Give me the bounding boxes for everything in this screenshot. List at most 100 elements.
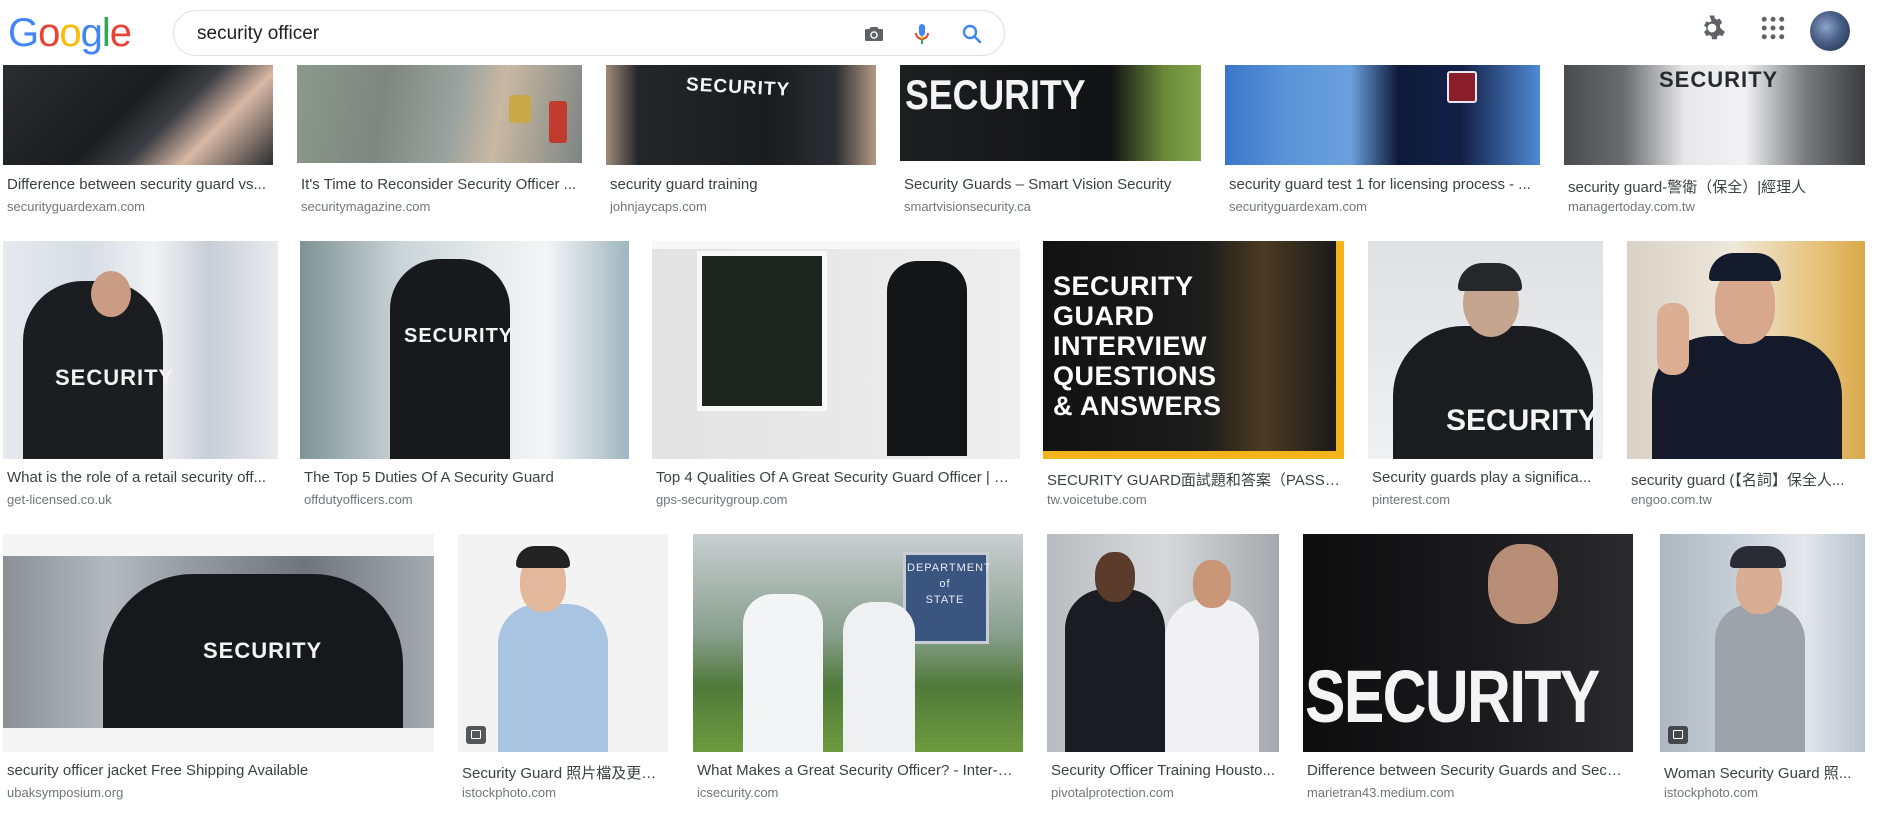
result-tile[interactable]: It's Time to Reconsider Security Officer… <box>297 65 582 215</box>
result-tile[interactable]: SECURITY What is the role of a retail se… <box>3 241 278 511</box>
result-caption[interactable]: It's Time to Reconsider Security Officer… <box>301 176 578 193</box>
result-source[interactable]: marietran43.medium.com <box>1307 785 1629 800</box>
result-source[interactable]: tw.voicetube.com <box>1047 492 1340 507</box>
result-tile[interactable]: SECURITY Security Guards – Smart Vision … <box>900 65 1201 215</box>
image-text: SECURITY <box>685 74 791 101</box>
result-tile[interactable]: SECURITY The Top 5 Duties Of A Security … <box>300 241 629 511</box>
result-thumbnail[interactable] <box>3 65 273 165</box>
apps-grid-icon[interactable] <box>1758 13 1788 43</box>
result-thumbnail[interactable] <box>297 65 582 163</box>
sign-line: DEPARTMENT <box>907 562 992 574</box>
result-caption[interactable]: Woman Security Guard 照... <box>1664 762 1861 783</box>
logo-letter: G <box>8 11 39 55</box>
gear-icon[interactable] <box>1697 13 1727 43</box>
result-thumbnail[interactable] <box>458 534 668 752</box>
result-caption[interactable]: security guard training <box>610 176 872 193</box>
header-bar: Google security officer <box>0 0 1884 65</box>
result-source[interactable]: ubaksymposium.org <box>7 785 430 800</box>
result-thumbnail[interactable]: SECURITY <box>1303 534 1633 752</box>
search-box[interactable]: security officer <box>173 10 1005 56</box>
result-tile[interactable]: Security Guard 照片檔及更多... istockphoto.com <box>458 534 668 804</box>
overlay-line: SECURITY <box>1053 271 1194 301</box>
result-source[interactable]: istockphoto.com <box>1664 785 1861 800</box>
avatar[interactable] <box>1810 11 1850 51</box>
result-tile[interactable]: SECURITY security guard training johnjay… <box>606 65 876 215</box>
result-caption[interactable]: security officer jacket Free Shipping Av… <box>7 762 430 779</box>
result-thumbnail[interactable]: SECURITY <box>900 65 1201 161</box>
result-thumbnail[interactable] <box>1627 241 1865 459</box>
result-caption[interactable]: Security Guards – Smart Vision Security <box>904 176 1197 193</box>
result-thumbnail[interactable]: SECURITY GUARD INTERVIEW QUESTIONS & ANS… <box>1043 241 1344 459</box>
result-caption[interactable]: security guard-警衛（保全）|經理人 <box>1568 176 1861 197</box>
result-thumbnail[interactable] <box>1047 534 1279 752</box>
result-caption[interactable]: Security guards play a significa... <box>1372 469 1599 486</box>
sign-line: STATE <box>925 594 965 606</box>
result-caption[interactable]: security guard test 1 for licensing proc… <box>1229 176 1536 193</box>
image-text: SECURITY <box>1446 404 1598 437</box>
overlay-line: GUARD <box>1053 301 1155 331</box>
result-caption[interactable]: Security Officer Training Housto... <box>1051 762 1275 779</box>
search-input[interactable]: security officer <box>197 23 319 45</box>
result-thumbnail[interactable]: SECURITY <box>3 534 434 752</box>
result-source[interactable]: pinterest.com <box>1372 492 1599 507</box>
result-source[interactable]: engoo.com.tw <box>1631 492 1861 507</box>
result-source[interactable]: securityguardexam.com <box>7 199 269 214</box>
logo-letter: e <box>109 11 132 55</box>
result-tile[interactable]: SECURITY GUARD INTERVIEW QUESTIONS & ANS… <box>1043 241 1344 511</box>
camera-icon[interactable] <box>862 22 886 46</box>
result-source[interactable]: icsecurity.com <box>697 785 1019 800</box>
result-caption[interactable]: What Makes a Great Security Officer? - I… <box>697 762 1019 779</box>
result-thumbnail[interactable]: SECURITY <box>3 241 278 459</box>
logo-letter: g <box>80 11 103 55</box>
result-tile[interactable]: security guard (【名詞】保全人... engoo.com.tw <box>1627 241 1865 511</box>
result-source[interactable]: get-licensed.co.uk <box>7 492 274 507</box>
result-caption[interactable]: Difference between Security Guards and S… <box>1307 762 1629 779</box>
result-source[interactable]: istockphoto.com <box>462 785 664 800</box>
result-tile[interactable]: Difference between security guard vs... … <box>3 65 273 215</box>
result-caption[interactable]: SECURITY GUARD面試題和答案（PASS你... <box>1047 469 1340 490</box>
result-tile[interactable]: SECURITY Security guards play a signific… <box>1368 241 1603 511</box>
result-tile[interactable]: SECURITY Difference between Security Gua… <box>1303 534 1633 804</box>
result-tile[interactable]: Woman Security Guard 照... istockphoto.co… <box>1660 534 1865 804</box>
result-thumbnail[interactable] <box>1660 534 1865 752</box>
image-text: SECURITY <box>1659 67 1779 92</box>
result-thumbnail[interactable]: SECURITY <box>606 65 876 165</box>
result-source[interactable]: johnjaycaps.com <box>610 199 872 214</box>
result-source[interactable]: pivotalprotection.com <box>1051 785 1275 800</box>
result-caption[interactable]: Security Guard 照片檔及更多... <box>462 762 664 783</box>
sign-line: of <box>939 578 951 590</box>
search-icon[interactable] <box>960 22 984 46</box>
result-tile[interactable]: SECURITY security officer jacket Free Sh… <box>3 534 434 804</box>
result-tile[interactable]: Security Officer Training Housto... pivo… <box>1047 534 1279 804</box>
result-caption[interactable]: What is the role of a retail security of… <box>7 469 274 486</box>
result-source[interactable]: smartvisionsecurity.ca <box>904 199 1197 214</box>
result-caption[interactable]: security guard (【名詞】保全人... <box>1631 469 1861 490</box>
logo-letter: o <box>38 11 60 55</box>
result-thumbnail[interactable]: SECURITY <box>1368 241 1603 459</box>
logo-letter: o <box>59 11 81 55</box>
result-source[interactable]: managertoday.com.tw <box>1568 199 1861 214</box>
result-tile[interactable]: Top 4 Qualities Of A Great Security Guar… <box>652 241 1020 511</box>
microphone-icon[interactable] <box>910 22 934 46</box>
overlay-line: & ANSWERS <box>1053 391 1222 421</box>
result-source[interactable]: securitymagazine.com <box>301 199 578 214</box>
result-caption[interactable]: The Top 5 Duties Of A Security Guard <box>304 469 625 486</box>
result-thumbnail[interactable]: SECURITY <box>1564 65 1865 165</box>
image-results-grid: Difference between security guard vs... … <box>0 0 1884 814</box>
result-thumbnail[interactable] <box>652 241 1020 459</box>
result-source[interactable]: offdutyofficers.com <box>304 492 625 507</box>
result-thumbnail[interactable]: SECURITY <box>300 241 629 459</box>
result-caption[interactable]: Difference between security guard vs... <box>7 176 269 193</box>
image-text: SECURITY <box>55 365 175 390</box>
result-thumbnail[interactable]: DEPARTMENT of STATE <box>693 534 1023 752</box>
result-tile[interactable]: DEPARTMENT of STATE What Makes a Great S… <box>693 534 1023 804</box>
result-caption[interactable]: Top 4 Qualities Of A Great Security Guar… <box>656 469 1016 486</box>
image-badge-icon <box>1668 726 1688 744</box>
result-source[interactable]: securityguardexam.com <box>1229 199 1536 214</box>
result-thumbnail[interactable] <box>1225 65 1540 165</box>
result-source[interactable]: gps-securitygroup.com <box>656 492 1016 507</box>
result-tile[interactable]: SECURITY security guard-警衛（保全）|經理人 manag… <box>1564 65 1865 215</box>
image-sign: DEPARTMENT of STATE <box>907 560 992 608</box>
google-logo[interactable]: Google <box>8 10 132 56</box>
result-tile[interactable]: security guard test 1 for licensing proc… <box>1225 65 1540 215</box>
